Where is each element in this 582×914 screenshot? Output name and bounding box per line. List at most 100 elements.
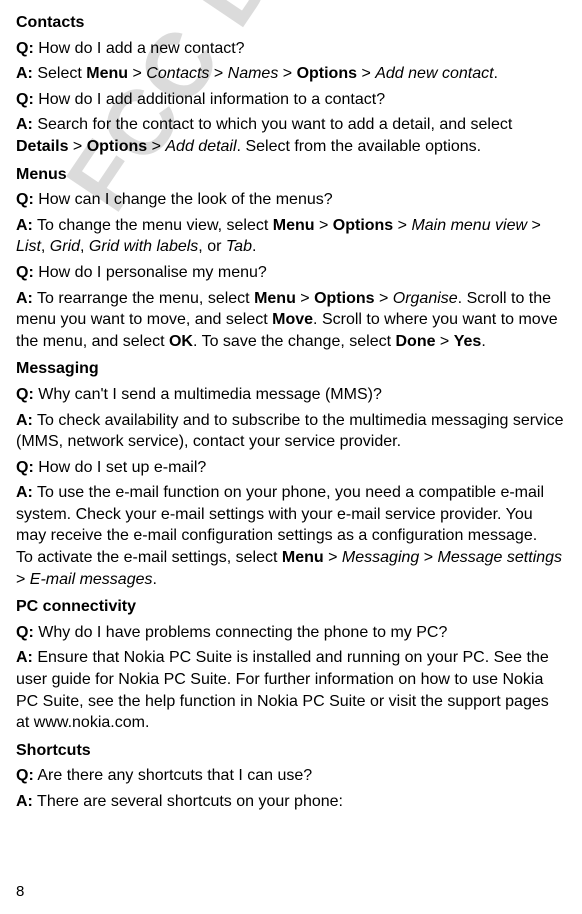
option: Grid	[50, 238, 80, 255]
a-text: To check availability and to subscribe t…	[16, 412, 564, 451]
gt: >	[527, 217, 541, 234]
a-text: Select	[33, 65, 86, 82]
a-text: To change the menu view, select	[33, 217, 273, 234]
q-text: Are there any shortcuts that I can use?	[34, 767, 312, 784]
menu-path: E-mail messages	[30, 571, 153, 588]
messaging-q2: Q: How do I set up e-mail?	[16, 457, 566, 479]
a-text: . To save the change, select	[193, 333, 396, 350]
q-text: How do I add a new contact?	[34, 40, 245, 57]
q-label: Q:	[16, 264, 34, 281]
a-label: A:	[16, 793, 33, 810]
menu-path: Contacts	[146, 65, 209, 82]
messaging-q1: Q: Why can't I send a multimedia message…	[16, 384, 566, 406]
menu-path: Message settings	[438, 549, 563, 566]
a-label: A:	[16, 116, 33, 133]
option: Grid with labels	[89, 238, 198, 255]
section-pc-title: PC connectivity	[16, 596, 566, 618]
contacts-a2: A: Search for the contact to which you w…	[16, 114, 566, 157]
a-label: A:	[16, 649, 33, 666]
a-text: Search for the contact to which you want…	[33, 116, 512, 133]
gt: >	[16, 571, 30, 588]
gt: >	[128, 65, 146, 82]
q-label: Q:	[16, 40, 34, 57]
gt: >	[357, 65, 375, 82]
gt: >	[393, 217, 411, 234]
pc-q1: Q: Why do I have problems connecting the…	[16, 622, 566, 644]
contacts-q2: Q: How do I add additional information t…	[16, 89, 566, 111]
menu-path: Add new contact	[375, 65, 493, 82]
q-text: How do I add additional information to a…	[34, 91, 385, 108]
menu-path: Messaging	[342, 549, 419, 566]
a-label: A:	[16, 217, 33, 234]
a-label: A:	[16, 65, 33, 82]
page-content: Contacts Q: How do I add a new contact? …	[16, 12, 566, 813]
q-text: How can I change the look of the menus?	[34, 191, 333, 208]
gt: >	[315, 217, 333, 234]
gt: >	[435, 333, 453, 350]
option: List	[16, 238, 41, 255]
q-text: How do I personalise my menu?	[34, 264, 267, 281]
a-text: . Select from the available options.	[237, 138, 482, 155]
a-text: To use the e-mail function on your phone…	[16, 484, 544, 544]
or: , or	[198, 238, 226, 255]
end: .	[153, 571, 157, 588]
shortcuts-q1: Q: Are there any shortcuts that I can us…	[16, 765, 566, 787]
gt: >	[375, 290, 393, 307]
option: Tab	[226, 238, 252, 255]
gt: >	[324, 549, 342, 566]
q-label: Q:	[16, 191, 34, 208]
menu-path: Main menu view	[411, 217, 527, 234]
menu-path: Add detail	[165, 138, 236, 155]
menu-path: Menu	[86, 65, 128, 82]
contacts-a1: A: Select Menu > Contacts > Names > Opti…	[16, 63, 566, 85]
comma: ,	[41, 238, 50, 255]
menu-path: Options	[314, 290, 374, 307]
gt: >	[68, 138, 86, 155]
shortcuts-a1: A: There are several shortcuts on your p…	[16, 791, 566, 813]
comma: ,	[80, 238, 89, 255]
menus-a2: A: To rearrange the menu, select Menu > …	[16, 288, 566, 353]
section-contacts-title: Contacts	[16, 12, 566, 34]
action: Done	[395, 333, 435, 350]
a-text: To rearrange the menu, select	[33, 290, 254, 307]
q-text: Why can't I send a multimedia message (M…	[34, 386, 382, 403]
gt: >	[296, 290, 314, 307]
a-label: A:	[16, 412, 33, 429]
contacts-q1: Q: How do I add a new contact?	[16, 38, 566, 60]
q-text: Why do I have problems connecting the ph…	[34, 624, 448, 641]
a-label: A:	[16, 484, 33, 501]
menu-path: Organise	[393, 290, 458, 307]
q-label: Q:	[16, 459, 34, 476]
a-text: Ensure that Nokia PC Suite is installed …	[16, 649, 549, 731]
section-menus-title: Menus	[16, 164, 566, 186]
a-text: To activate the e-mail settings, select	[16, 549, 282, 566]
menu-path: Options	[333, 217, 393, 234]
messaging-a1: A: To check availability and to subscrib…	[16, 410, 566, 453]
end: .	[252, 238, 256, 255]
section-messaging-title: Messaging	[16, 358, 566, 380]
end: .	[481, 333, 485, 350]
q-label: Q:	[16, 624, 34, 641]
action: OK	[169, 333, 193, 350]
q-text: How do I set up e-mail?	[34, 459, 207, 476]
messaging-a2: A: To use the e-mail function on your ph…	[16, 482, 566, 590]
a-label: A:	[16, 290, 33, 307]
menu-path: Menu	[273, 217, 315, 234]
pc-a1: A: Ensure that Nokia PC Suite is install…	[16, 647, 566, 733]
menu-path: Names	[228, 65, 279, 82]
menu-path: Menu	[254, 290, 296, 307]
action: Yes	[454, 333, 482, 350]
page-number: 8	[16, 882, 24, 902]
menu-path: Details	[16, 138, 68, 155]
gt: >	[419, 549, 437, 566]
menu-path: Menu	[282, 549, 324, 566]
gt: >	[278, 65, 296, 82]
menu-path: Options	[297, 65, 357, 82]
menus-a1: A: To change the menu view, select Menu …	[16, 215, 566, 258]
q-label: Q:	[16, 386, 34, 403]
menus-q1: Q: How can I change the look of the menu…	[16, 189, 566, 211]
menus-q2: Q: How do I personalise my menu?	[16, 262, 566, 284]
gt: >	[209, 65, 227, 82]
q-label: Q:	[16, 91, 34, 108]
gt: >	[147, 138, 165, 155]
